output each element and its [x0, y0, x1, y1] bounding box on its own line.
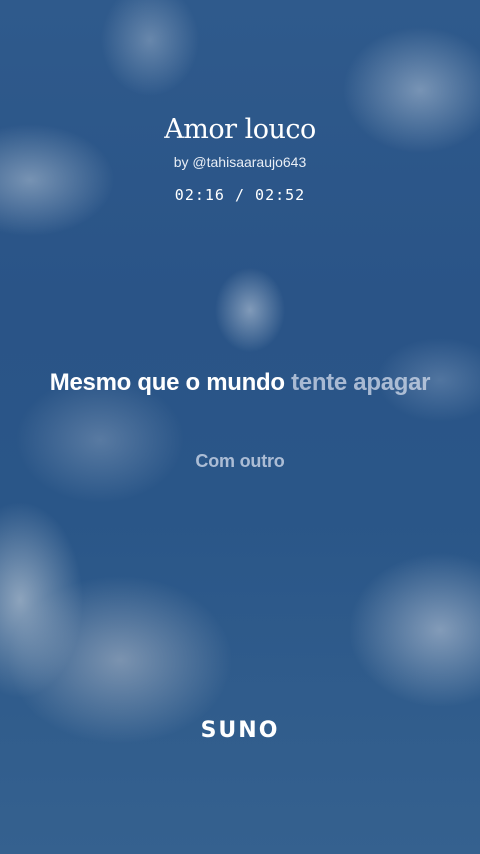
artist-link[interactable]: by @tahisaaraujo643 — [0, 153, 480, 171]
current-time: 02:16 — [174, 186, 225, 204]
suno-logo: SUNO — [200, 718, 280, 743]
time-separator: / — [234, 186, 246, 204]
sky-background: Amor louco by @tahisaaraujo643 02:16 / 0… — [0, 0, 480, 854]
next-lyric-line: Com outro — [195, 451, 285, 471]
total-time: 02:52 — [255, 186, 306, 204]
lyric-sung: Mesmo que o mundo — [49, 369, 285, 396]
lyrics-panel: Mesmo que o mundo tente apagar Com outro — [40, 365, 440, 473]
song-header: Amor louco by @tahisaaraujo643 02:16 / 0… — [0, 112, 480, 205]
song-title: Amor louco — [164, 114, 316, 145]
current-lyric-line: Mesmo que o mundo tente apagar — [40, 365, 440, 401]
lyric-pending: tente apagar — [291, 369, 431, 396]
playback-time: 02:16 / 02:52 — [0, 185, 480, 205]
